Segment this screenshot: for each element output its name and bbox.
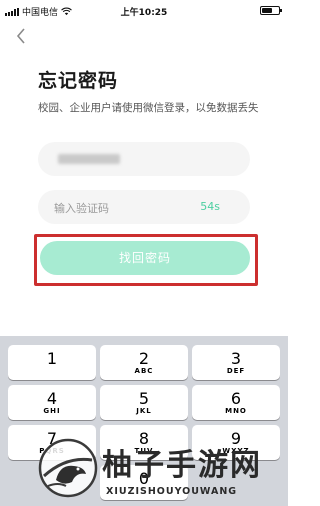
key-6[interactable]: 6 MNO — [192, 385, 280, 420]
key-4[interactable]: 4 GHI — [8, 385, 96, 420]
status-bar: 中国电信 上午10:25 — [0, 0, 288, 22]
battery-icon — [260, 6, 282, 15]
back-arrow-icon[interactable] — [12, 26, 32, 46]
page-title: 忘记密码 — [38, 70, 119, 92]
phone-field[interactable] — [38, 142, 250, 176]
key-5[interactable]: 5 JKL — [100, 385, 188, 420]
watermark-pinyin: XIUZISHOUYOUWANG — [106, 486, 238, 497]
watermark: 柚子手游网 XIUZISHOUYOUWANG — [36, 436, 286, 502]
page-subtitle: 校园、企业用户请使用微信登录，以免数据丢失 — [38, 102, 259, 114]
verification-code-field[interactable]: 输入验证码 54s — [38, 190, 250, 224]
watermark-name: 柚子手游网 — [102, 448, 262, 483]
verification-code-placeholder: 输入验证码 — [54, 202, 109, 215]
phone-number-obscured — [58, 154, 120, 164]
status-time: 上午10:25 — [120, 8, 168, 18]
resend-countdown: 54s — [200, 200, 220, 213]
bird-logo-icon — [38, 438, 98, 498]
recover-password-button[interactable]: 找回密码 — [40, 241, 250, 275]
key-2[interactable]: 2 ABC — [100, 345, 188, 380]
key-1[interactable]: 1 — [8, 345, 96, 380]
key-3[interactable]: 3 DEF — [192, 345, 280, 380]
